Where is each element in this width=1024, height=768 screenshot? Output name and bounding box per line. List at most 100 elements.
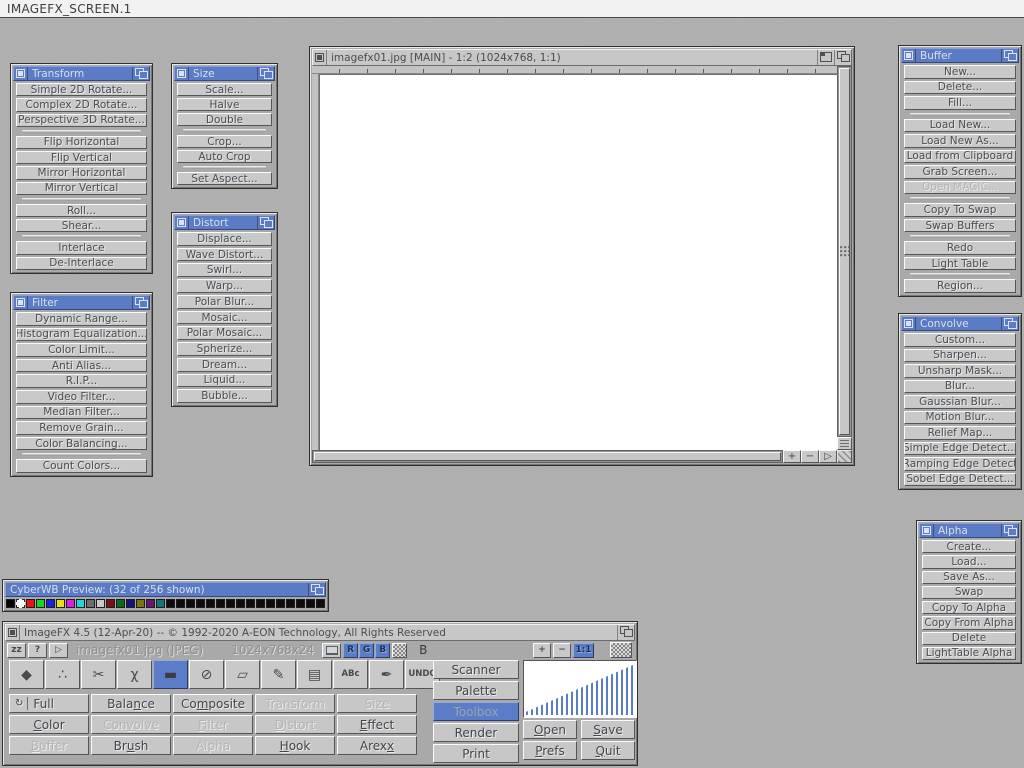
menu-button[interactable]: Liquid... xyxy=(177,374,272,388)
zoom-in-button[interactable]: + xyxy=(533,643,551,658)
image-window-titlebar[interactable]: imagefx01.jpg [MAIN] - 1:2 (1024x768, 1:… xyxy=(312,49,852,66)
color-swatch[interactable] xyxy=(136,599,145,608)
menu-button[interactable]: Count Colors... xyxy=(16,459,147,473)
color-swatch[interactable] xyxy=(66,599,75,608)
size-titlebar[interactable]: Size xyxy=(174,66,275,81)
color-swatch[interactable] xyxy=(226,599,235,608)
menu-button[interactable]: Anti Alias... xyxy=(16,359,147,373)
channel-red-button[interactable]: R xyxy=(343,643,358,658)
close-icon[interactable] xyxy=(902,317,916,330)
depth-icon[interactable] xyxy=(1001,317,1018,330)
close-icon[interactable] xyxy=(14,296,28,309)
menu-button[interactable]: Dream... xyxy=(177,358,272,372)
menu-button[interactable]: Median Filter... xyxy=(16,406,147,420)
distort-titlebar[interactable]: Distort xyxy=(174,215,275,230)
command-button[interactable]: Convolve xyxy=(91,715,171,734)
command-button[interactable]: Alpha xyxy=(173,736,253,755)
panel-button[interactable]: Print xyxy=(433,744,519,763)
polygon-tool[interactable]: ▱ xyxy=(225,660,260,689)
menu-button[interactable]: Auto Crop xyxy=(177,150,272,163)
depth-icon[interactable] xyxy=(1001,524,1018,537)
alpha-titlebar[interactable]: Alpha xyxy=(919,523,1019,538)
menu-button[interactable]: Delete... xyxy=(904,81,1016,95)
color-swatch[interactable] xyxy=(36,599,45,608)
menu-button[interactable]: Simple Edge Detect... xyxy=(904,442,1016,456)
menu-button[interactable]: Spherize... xyxy=(177,342,272,356)
menu-button[interactable]: Blur... xyxy=(904,380,1016,394)
menu-button[interactable]: Remove Grain... xyxy=(16,421,147,435)
panel-button[interactable]: Render xyxy=(433,723,519,742)
color-swatch[interactable] xyxy=(46,599,55,608)
command-button[interactable]: Filter xyxy=(173,715,253,734)
ruler-toggle-button[interactable] xyxy=(837,437,852,450)
vscroll-knob[interactable] xyxy=(839,68,850,435)
channel-blue-button[interactable]: B xyxy=(375,643,390,658)
color-swatch[interactable] xyxy=(16,599,25,608)
action-button[interactable]: Open xyxy=(523,720,577,739)
menu-button[interactable]: Grab Screen... xyxy=(904,165,1016,179)
depth-icon[interactable] xyxy=(617,625,634,640)
panel-button[interactable]: Palette xyxy=(433,681,519,700)
menu-button[interactable]: Interlace xyxy=(16,241,147,254)
close-icon[interactable] xyxy=(313,50,327,65)
palette-titlebar[interactable]: CyberWB Preview: (32 of 256 shown) xyxy=(5,582,326,597)
pan-button[interactable]: ▷ xyxy=(819,450,837,463)
menu-button[interactable]: Create... xyxy=(922,540,1016,553)
channel-green-button[interactable]: G xyxy=(359,643,374,658)
command-button[interactable]: Buffer xyxy=(9,736,89,755)
color-swatch[interactable] xyxy=(86,599,95,608)
menu-button[interactable]: Simple 2D Rotate... xyxy=(16,83,147,96)
screen-title-bar[interactable]: IMAGEFX_SCREEN.1 xyxy=(0,0,1024,18)
command-button[interactable]: Composite xyxy=(173,694,253,713)
menu-button[interactable]: Swap Buffers xyxy=(904,219,1016,233)
menu-button[interactable]: Redo xyxy=(904,241,1016,255)
menu-button[interactable]: Region... xyxy=(904,279,1016,293)
text-tool[interactable]: ABc xyxy=(333,660,368,689)
color-swatch[interactable] xyxy=(256,599,265,608)
menu-button[interactable]: Set Aspect... xyxy=(177,172,272,185)
menu-button[interactable]: Flip Vertical xyxy=(16,151,147,164)
depth-icon[interactable] xyxy=(257,216,274,229)
menu-button[interactable]: Mirror Horizontal xyxy=(16,166,147,179)
freehand-draw-tool[interactable]: ✎ xyxy=(261,660,296,689)
color-swatch[interactable] xyxy=(106,599,115,608)
menu-button[interactable]: Load New As... xyxy=(904,134,1016,148)
menu-button[interactable]: Warp... xyxy=(177,279,272,293)
menu-button[interactable]: Light Table xyxy=(904,257,1016,271)
view-mode-cycle[interactable]: Full xyxy=(9,694,89,713)
menu-button[interactable]: Histogram Equalization... xyxy=(16,328,147,342)
menu-button[interactable]: Scale... xyxy=(177,83,272,96)
menu-button[interactable]: Color Balancing... xyxy=(16,437,147,451)
airbrush-dots-tool[interactable]: ∴ xyxy=(45,660,80,689)
menu-button[interactable]: Perspective 3D Rotate... xyxy=(16,114,147,127)
menu-button[interactable]: Video Filter... xyxy=(16,390,147,404)
command-button[interactable]: Color xyxy=(9,715,89,734)
menu-button[interactable]: Polar Mosaic... xyxy=(177,326,272,340)
menu-button[interactable]: Load from Clipboard xyxy=(904,150,1016,164)
menu-button[interactable]: Sobel Edge Detect... xyxy=(904,473,1016,487)
convolve-titlebar[interactable]: Convolve xyxy=(901,316,1019,331)
menu-button[interactable]: Mosaic... xyxy=(177,311,272,325)
menu-button[interactable]: Polar Blur... xyxy=(177,295,272,309)
menu-button[interactable]: Copy To Swap xyxy=(904,203,1016,217)
toolbar-titlebar[interactable]: ImageFX 4.5 (12-Apr-20) -- © 1992-2020 A… xyxy=(5,624,635,641)
box-tool[interactable]: ▬ xyxy=(153,660,188,689)
run-macro-button[interactable]: ▷ xyxy=(49,643,68,658)
menu-button[interactable]: Shear... xyxy=(16,219,147,232)
preview-pattern-button[interactable] xyxy=(610,642,632,658)
color-swatch[interactable] xyxy=(266,599,275,608)
menu-button[interactable]: Unsharp Mask... xyxy=(904,364,1016,378)
menu-button[interactable]: Open MAGIC... xyxy=(904,181,1016,195)
color-swatch[interactable] xyxy=(56,599,65,608)
color-swatch[interactable] xyxy=(316,599,325,608)
vertical-scrollbar[interactable] xyxy=(837,66,852,450)
command-button[interactable]: Effect xyxy=(337,715,417,734)
menu-button[interactable]: LightTable Alpha xyxy=(922,647,1016,660)
menu-button[interactable]: Gaussian Blur... xyxy=(904,395,1016,409)
command-button[interactable]: Balance xyxy=(91,694,171,713)
menu-button[interactable]: Complex 2D Rotate... xyxy=(16,98,147,111)
menu-button[interactable]: Copy From Alpha xyxy=(922,616,1016,629)
command-button[interactable]: Transform xyxy=(255,694,335,713)
menu-button[interactable]: Swirl... xyxy=(177,263,272,277)
color-swatch[interactable] xyxy=(76,599,85,608)
